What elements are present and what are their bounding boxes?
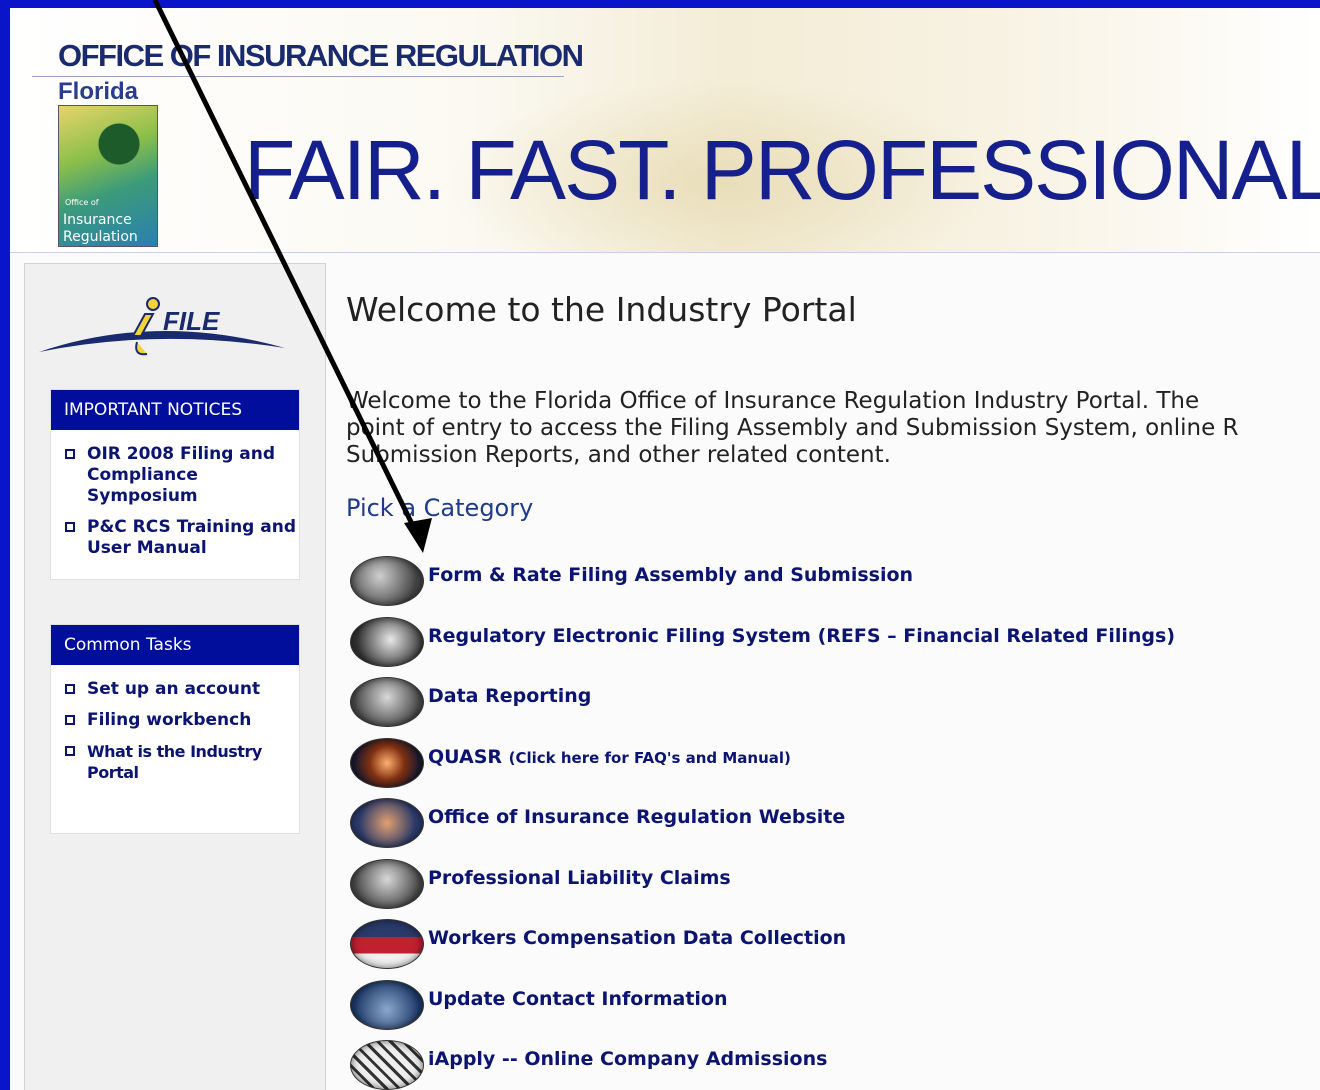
handshake-photo-icon bbox=[350, 798, 424, 848]
workers-photo-icon bbox=[350, 919, 424, 969]
task-link-what-is-portal[interactable]: What is the Industry Portal bbox=[51, 741, 299, 783]
category-item[interactable]: Office of Insurance Regulation Website bbox=[350, 798, 1250, 859]
category-link-professional-liability[interactable]: Professional Liability Claims bbox=[428, 867, 731, 889]
category-link-update-contact[interactable]: Update Contact Information bbox=[428, 988, 728, 1010]
notices-heading: IMPORTANT NOTICES bbox=[51, 390, 299, 430]
tasks-heading: Common Tasks bbox=[51, 625, 299, 665]
computer-photo-icon bbox=[350, 677, 424, 727]
intro-line-3: Submission Reports, and other related co… bbox=[346, 442, 891, 468]
category-link-refs[interactable]: Regulatory Electronic Filing System (REF… bbox=[428, 625, 1175, 647]
category-link-quasr[interactable]: QUASR (Click here for FAQ's and Manual) bbox=[428, 746, 791, 768]
notices-panel: IMPORTANT NOTICES OIR 2008 Filing and Co… bbox=[50, 389, 300, 580]
notice-link-symposium[interactable]: OIR 2008 Filing and Compliance Symposium bbox=[51, 444, 299, 507]
category-item[interactable]: Update Contact Information bbox=[350, 979, 1250, 1041]
state-label: Florida bbox=[58, 78, 139, 105]
category-item[interactable]: Regulatory Electronic Filing System (REF… bbox=[350, 616, 1250, 678]
intro-line-1: Welcome to the Florida Office of Insuran… bbox=[346, 388, 1200, 414]
category-link-oir-website[interactable]: Office of Insurance Regulation Website bbox=[428, 806, 845, 828]
category-item[interactable]: Professional Liability Claims bbox=[350, 858, 1250, 920]
keyboard-keys-photo-icon bbox=[350, 1040, 424, 1090]
oir-logo[interactable]: Office of Insurance Regulation bbox=[58, 105, 158, 247]
category-heading: Pick a Category bbox=[346, 494, 534, 522]
sidebar: FILE IMPORTANT NOTICES OIR 2008 Filing a… bbox=[24, 263, 326, 1090]
tasks-panel: Common Tasks Set up an account Filing wo… bbox=[50, 624, 300, 834]
ifile-logo[interactable]: FILE bbox=[37, 292, 287, 362]
category-link-data-reporting[interactable]: Data Reporting bbox=[428, 685, 591, 707]
light-streak-photo-icon bbox=[350, 737, 424, 788]
quasr-faq-link[interactable]: (Click here for FAQ's and Manual) bbox=[509, 749, 791, 767]
task-link-setup-account[interactable]: Set up an account bbox=[51, 679, 299, 700]
category-list: Form & Rate Filing Assembly and Submissi… bbox=[350, 556, 1250, 1090]
category-link-iapply[interactable]: iApply -- Online Company Admissions bbox=[428, 1048, 827, 1070]
calculator-photo-icon bbox=[350, 616, 424, 667]
palm-tree-icon bbox=[77, 116, 147, 186]
logo-line-2: Regulation bbox=[63, 229, 138, 245]
title-rule bbox=[32, 76, 564, 77]
category-item[interactable]: Form & Rate Filing Assembly and Submissi… bbox=[350, 556, 1250, 617]
category-item[interactable]: Workers Compensation Data Collection bbox=[350, 919, 1250, 980]
page-title: Welcome to the Industry Portal bbox=[346, 290, 857, 329]
intro-text: Welcome to the Florida Office of Insuran… bbox=[346, 388, 1320, 469]
page: OFFICE OF INSURANCE REGULATION Florida O… bbox=[10, 8, 1320, 1090]
org-title: OFFICE OF INSURANCE REGULATION bbox=[58, 38, 584, 73]
quasr-label[interactable]: QUASR bbox=[428, 746, 502, 768]
category-item[interactable]: Data Reporting bbox=[350, 677, 1250, 738]
logo-line-1: Insurance bbox=[63, 212, 132, 228]
category-link-workers-comp[interactable]: Workers Compensation Data Collection bbox=[428, 927, 846, 949]
category-item[interactable]: iApply -- Online Company Admissions bbox=[350, 1040, 1250, 1090]
slogan: FAIR. FAST. PROFESSIONAL. bbox=[244, 123, 1320, 217]
logo-small-text: Office of bbox=[65, 198, 99, 207]
header-banner: OFFICE OF INSURANCE REGULATION Florida O… bbox=[10, 8, 1320, 253]
logo-text: Insurance Regulation bbox=[63, 212, 138, 246]
ifile-logo-text: FILE bbox=[163, 306, 220, 336]
computer-photo-icon bbox=[350, 858, 424, 909]
main-content: Welcome to the Industry Portal Welcome t… bbox=[346, 268, 1320, 1090]
keyboard-photo-icon bbox=[350, 556, 424, 606]
category-item[interactable]: QUASR (Click here for FAQ's and Manual) bbox=[350, 737, 1250, 799]
category-link-form-rate[interactable]: Form & Rate Filing Assembly and Submissi… bbox=[428, 564, 913, 586]
notice-link-rcs-training[interactable]: P&C RCS Training and User Manual bbox=[51, 517, 299, 559]
people-photo-icon bbox=[350, 979, 424, 1030]
task-link-filing-workbench[interactable]: Filing workbench bbox=[51, 710, 299, 731]
intro-line-2: point of entry to access the Filing Asse… bbox=[346, 415, 1239, 441]
